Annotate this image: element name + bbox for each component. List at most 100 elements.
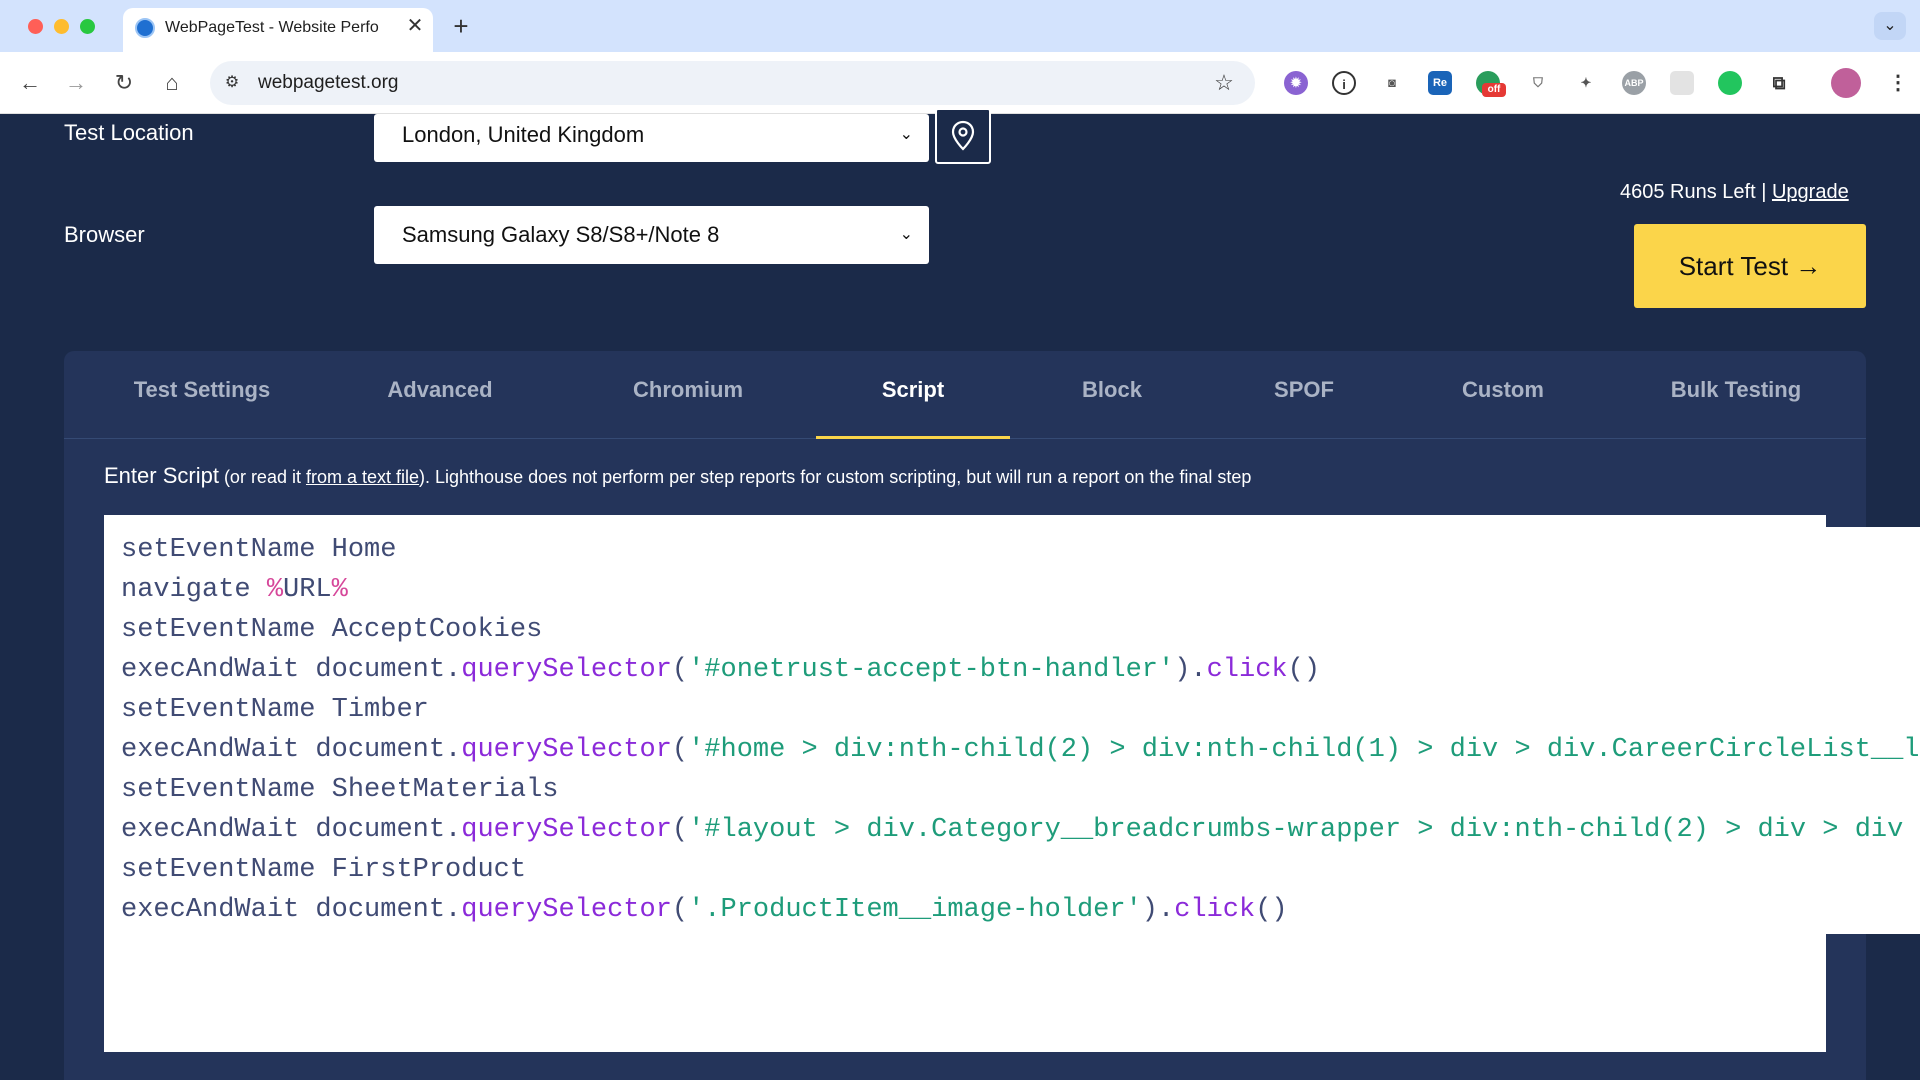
runs-separator: | xyxy=(1755,181,1772,203)
browser-value: Samsung Galaxy S8/S8+/Note 8 xyxy=(402,222,720,247)
script-line: execAndWait document.querySelector('#lay… xyxy=(121,810,1920,850)
chevron-down-icon: ⌄ xyxy=(899,226,913,243)
script-hint: Enter Script (or read it from a text fil… xyxy=(104,463,1251,489)
script-token: '.ProductItem__image-holder' xyxy=(688,895,1142,925)
map-pin-icon xyxy=(951,120,975,151)
extension-shield-icon[interactable]: ⛉ xyxy=(1526,71,1550,95)
script-token: () xyxy=(1287,655,1321,685)
script-token: % xyxy=(266,575,284,605)
chevron-down-icon: ⌄ xyxy=(899,126,913,143)
script-token: '#layout > div.Category__breadcrumbs-wra… xyxy=(688,815,1920,845)
script-token: querySelector xyxy=(461,735,672,765)
extension-info-icon[interactable]: i xyxy=(1332,71,1356,95)
test-location-select[interactable]: London, United Kingdom ⌄ xyxy=(374,114,929,162)
map-location-button[interactable] xyxy=(935,108,991,164)
tab-custom[interactable]: Custom xyxy=(1408,351,1598,439)
script-line: setEventName Timber xyxy=(121,690,1920,730)
tab-bulk-testing[interactable]: Bulk Testing xyxy=(1638,351,1834,439)
script-token: navigate xyxy=(121,575,267,605)
test-location-label: Test Location xyxy=(64,120,194,145)
script-token: querySelector xyxy=(461,815,672,845)
script-token: ( xyxy=(671,815,689,845)
script-token: execAndWait document. xyxy=(121,815,462,845)
script-token: setEventName Home xyxy=(121,535,397,565)
text-file-link[interactable]: from a text file xyxy=(306,467,419,487)
start-test-button[interactable]: Start Test → xyxy=(1634,224,1866,308)
tab-close-icon[interactable]: ✕ xyxy=(403,14,427,38)
runs-left: 4605 Runs Left | Upgrade xyxy=(1620,181,1849,204)
script-token: ( xyxy=(671,895,689,925)
script-line: execAndWait document.querySelector('.Pro… xyxy=(121,890,1920,930)
script-token: click xyxy=(1174,895,1256,925)
bookmark-star-icon[interactable]: ☆ xyxy=(1210,69,1238,97)
script-token: setEventName SheetMaterials xyxy=(121,775,559,805)
browser-tab-strip: WebPageTest - Website Perfo ✕ + ⌄ xyxy=(0,0,1920,52)
extension-off-badge: off xyxy=(1482,83,1506,97)
site-info-icon[interactable]: ⚙ xyxy=(220,71,244,95)
script-token: ( xyxy=(671,735,689,765)
extensions-puzzle-icon[interactable]: ⧉ xyxy=(1767,71,1791,95)
script-token: ). xyxy=(1174,655,1207,685)
tab-advanced[interactable]: Advanced xyxy=(360,351,520,439)
tab-spof[interactable]: SPOF xyxy=(1224,351,1384,439)
browser-select[interactable]: Samsung Galaxy S8/S8+/Note 8 ⌄ xyxy=(374,206,929,264)
settings-tabs: Test Settings Advanced Chromium Script B… xyxy=(64,351,1866,439)
script-line: execAndWait document.querySelector('#hom… xyxy=(121,730,1920,770)
extension-pin-icon[interactable]: ✦ xyxy=(1574,71,1598,95)
upgrade-link[interactable]: Upgrade xyxy=(1772,181,1849,203)
home-icon[interactable]: ⌂ xyxy=(154,65,190,101)
script-token: execAndWait document. xyxy=(121,735,462,765)
script-token: () xyxy=(1255,895,1288,925)
extension-puzzle-purple-icon[interactable]: ✹ xyxy=(1284,71,1308,95)
forward-arrow-icon[interactable]: → xyxy=(58,65,94,101)
extension-badge-icon[interactable]: off xyxy=(1476,71,1506,97)
extension-re-icon[interactable]: Re xyxy=(1428,71,1452,95)
address-bar[interactable]: ⚙ webpagetest.org ☆ xyxy=(210,61,1255,105)
tab-title: WebPageTest - Website Perfo xyxy=(165,19,379,36)
extension-green-dot-icon[interactable] xyxy=(1718,71,1742,95)
browser-toolbar: ← → ↻ ⌂ ⚙ webpagetest.org ☆ ✹ i ◙ Re off… xyxy=(0,52,1920,114)
profile-avatar[interactable] xyxy=(1831,68,1861,98)
new-tab-icon[interactable]: + xyxy=(447,12,475,40)
hint-suffix: ). Lighthouse does not perform per step … xyxy=(419,467,1252,487)
script-token: click xyxy=(1206,655,1288,685)
extension-camera-icon[interactable]: ◙ xyxy=(1380,71,1404,95)
script-token: querySelector xyxy=(461,895,672,925)
enter-script-heading: Enter Script xyxy=(104,463,219,488)
script-line: navigate %URL% xyxy=(121,570,1920,610)
test-location-value: London, United Kingdom xyxy=(402,122,645,147)
script-token: setEventName AcceptCookies xyxy=(121,615,543,645)
runs-left-count: 4605 Runs Left xyxy=(1620,181,1756,203)
minimize-window-button[interactable] xyxy=(54,19,69,34)
extension-adblock-icon[interactable]: ABP xyxy=(1622,71,1646,95)
browser-tab[interactable]: WebPageTest - Website Perfo ✕ xyxy=(123,8,433,52)
back-arrow-icon[interactable]: ← xyxy=(12,65,48,101)
reload-icon[interactable]: ↻ xyxy=(106,65,142,101)
extension-grid-icon[interactable] xyxy=(1670,71,1694,95)
script-token: execAndWait document. xyxy=(121,655,462,685)
tab-block[interactable]: Block xyxy=(1032,351,1192,439)
maximize-window-button[interactable] xyxy=(80,19,95,34)
url-text[interactable]: webpagetest.org xyxy=(258,61,399,105)
script-line: setEventName Home xyxy=(121,530,1920,570)
tab-search-chevron-icon[interactable]: ⌄ xyxy=(1874,12,1906,40)
close-window-button[interactable] xyxy=(28,19,43,34)
script-code[interactable]: setEventName Home navigate %URL% setEventN… xyxy=(121,530,1920,940)
browser-menu-icon[interactable]: ⋮ xyxy=(1886,71,1910,95)
script-token: ( xyxy=(671,655,689,685)
hint-prefix: (or read it xyxy=(218,467,306,487)
webpagetest-favicon-icon xyxy=(135,18,155,38)
script-line: execAndWait document.querySelector('#one… xyxy=(121,650,1920,690)
script-token: execAndWait document. xyxy=(121,895,462,925)
script-token: '#onetrust-accept-btn-handler' xyxy=(688,655,1175,685)
script-token: % xyxy=(331,575,348,605)
browser-label: Browser xyxy=(64,222,145,247)
script-token: querySelector xyxy=(461,655,672,685)
script-token: URL xyxy=(283,575,332,605)
script-token: ). xyxy=(1141,895,1175,925)
script-token: setEventName FirstProduct xyxy=(121,855,527,885)
tab-chromium[interactable]: Chromium xyxy=(592,351,784,439)
tab-test-settings[interactable]: Test Settings xyxy=(104,351,300,439)
tab-script[interactable]: Script xyxy=(816,351,1010,439)
script-line: setEventName FirstProduct xyxy=(121,850,1920,890)
